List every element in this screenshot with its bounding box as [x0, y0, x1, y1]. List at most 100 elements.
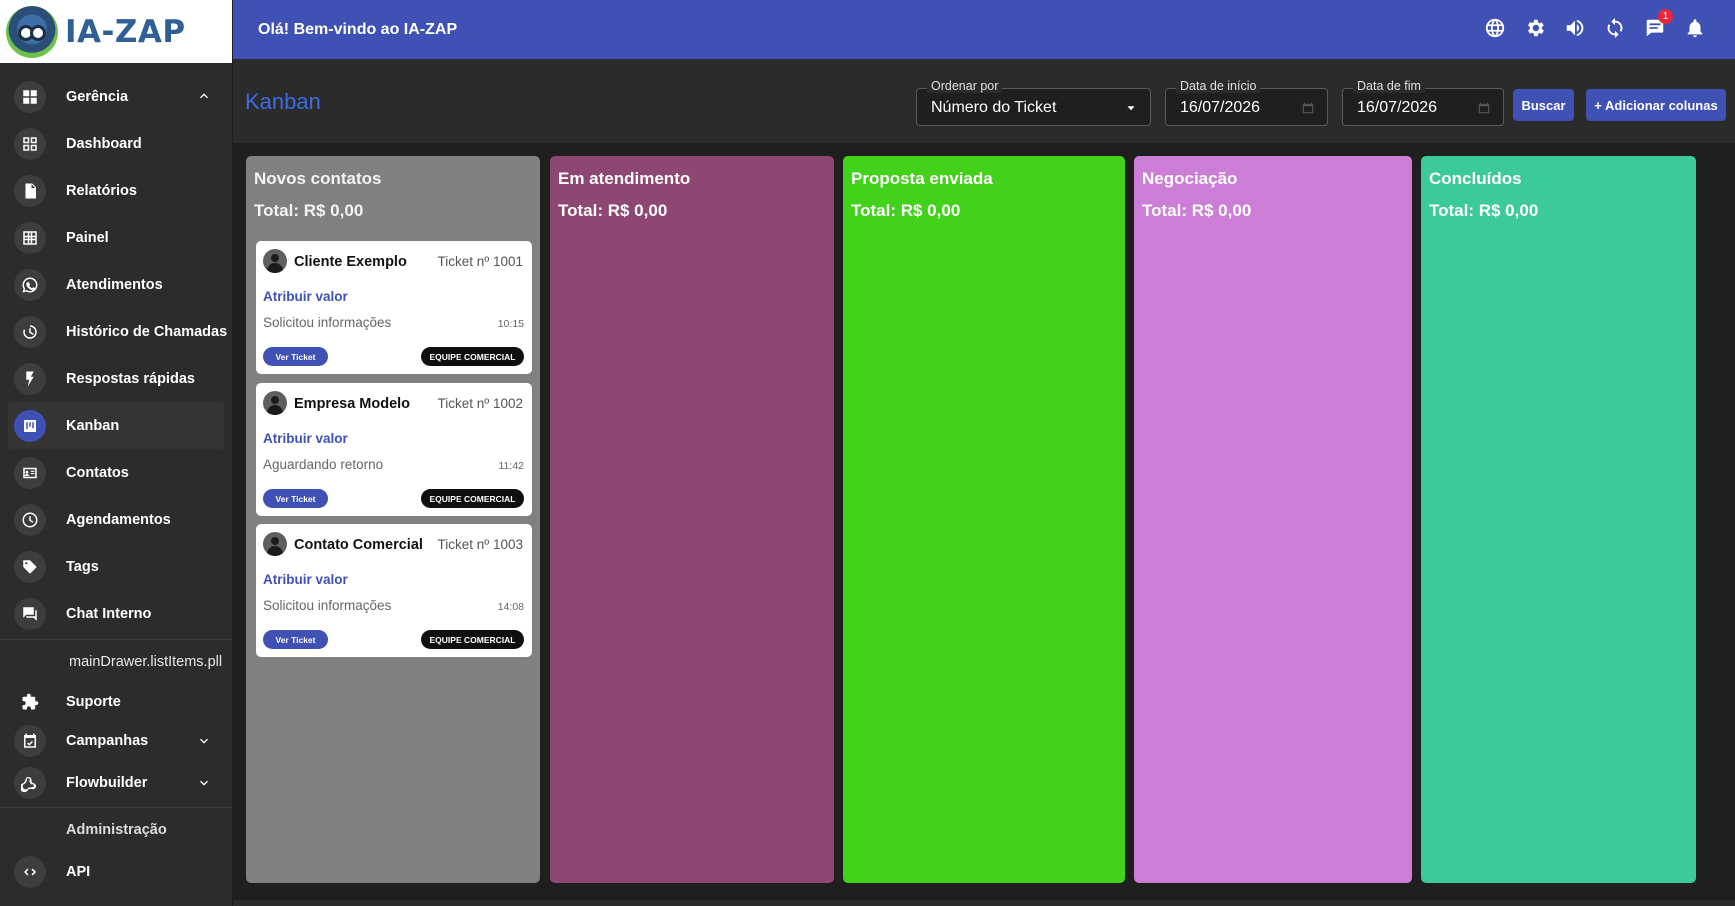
message-time: 11:42 — [498, 460, 525, 472]
sidebar-nav-secondary: Suporte Campanhas Flowbuilder — [0, 682, 232, 805]
sidebar-item-historico-chamadas[interactable]: Histórico de Chamadas — [0, 308, 232, 355]
robot-logo-icon — [6, 5, 58, 58]
assign-value-link[interactable]: Atribuir valor — [263, 431, 348, 446]
sidebar-item-contatos[interactable]: Contatos — [0, 449, 232, 496]
calendar-icon[interactable] — [1477, 101, 1491, 115]
dropdown-arrow-icon — [1124, 101, 1138, 115]
sidebar-item-chat-interno[interactable]: Chat Interno — [0, 590, 232, 637]
brand-name: IA-ZAP — [65, 13, 186, 50]
kanban-toolbar: Kanban Ordenar por Número do Ticket Data… — [233, 59, 1735, 143]
ticket-number: Ticket nº 1001 — [437, 254, 523, 269]
sidebar-item-suporte[interactable]: Suporte — [0, 682, 232, 721]
settings-gear-icon[interactable] — [1523, 16, 1547, 40]
order-by-value: Número do Ticket — [931, 99, 1057, 116]
message-time: 14:08 — [497, 601, 524, 613]
kanban-board: Novos contatos Total: R$ 0,00 Cliente Ex… — [233, 143, 1735, 900]
message-time: 10:15 — [497, 318, 524, 330]
assign-value-link[interactable]: Atribuir valor — [263, 572, 348, 587]
welcome-message: Olá! Bem-vindo ao IA-ZAP — [258, 20, 458, 38]
code-icon — [14, 856, 46, 888]
globe-icon[interactable] — [1483, 16, 1507, 40]
whatsapp-icon — [14, 268, 46, 301]
add-columns-button[interactable]: + Adicionar colunas — [1586, 89, 1726, 121]
chevron-down-icon[interactable] — [196, 775, 212, 791]
refresh-icon[interactable] — [1603, 16, 1627, 40]
sidebar-item-relatorios[interactable]: Relatórios — [0, 167, 232, 214]
sidebar-item-api[interactable]: API — [0, 850, 232, 894]
sidebar-item-label: Tags — [66, 558, 99, 575]
chevron-up-icon[interactable] — [196, 88, 212, 104]
sidebar-item-painel[interactable]: Painel — [0, 214, 232, 261]
contacts-icon — [14, 456, 46, 489]
chevron-down-icon[interactable] — [196, 733, 212, 749]
ticket-number: Ticket nº 1002 — [437, 396, 523, 411]
sidebar-item-label: API — [66, 864, 91, 880]
view-ticket-button[interactable]: Ver Ticket — [263, 347, 328, 366]
sidebar-item-campanhas[interactable]: Campanhas — [0, 721, 232, 761]
last-message: Aguardando retorno — [263, 457, 384, 472]
logo-area[interactable]: IA-ZAP — [0, 0, 232, 63]
sidebar-item-respostas-rapidas[interactable]: Respostas rápidas — [0, 355, 232, 402]
sidebar-item-tags[interactable]: Tags — [0, 543, 232, 590]
sidebar-item-kanban[interactable]: Kanban — [8, 402, 224, 449]
bell-icon[interactable] — [1683, 16, 1707, 40]
lane-proposta-enviada: Proposta enviada Total: R$ 0,00 — [843, 156, 1125, 883]
team-badge: EQUIPE COMERCIAL — [421, 630, 524, 649]
lane-em-atendimento: Em atendimento Total: R$ 0,00 — [550, 156, 834, 883]
sidebar-item-label: Atendimentos — [66, 276, 163, 293]
lane-concluidos: Concluídos Total: R$ 0,00 — [1421, 156, 1696, 883]
kanban-icon — [14, 409, 46, 442]
sidebar-item-label: Contatos — [66, 464, 129, 481]
last-message: Solicitou informações — [263, 598, 392, 613]
lane-title: Novos contatos — [254, 169, 382, 188]
sidebar-item-dashboard[interactable]: Dashboard — [0, 120, 232, 167]
sidebar-item-label: Respostas rápidas — [66, 370, 195, 387]
volume-icon[interactable] — [1563, 16, 1587, 40]
lane-negociacao: Negociação Total: R$ 0,00 — [1134, 156, 1412, 883]
order-by-select[interactable]: Ordenar por Número do Ticket — [916, 79, 1151, 126]
end-date-field[interactable]: Data de fim 16/07/2026 — [1342, 79, 1504, 126]
sidebar-item-label: Suporte — [66, 693, 121, 710]
notification-badge: 1 — [1658, 9, 1673, 24]
search-button[interactable]: Buscar — [1513, 89, 1574, 121]
app-header: Olá! Bem-vindo ao IA-ZAP 1 — [233, 0, 1735, 59]
start-date-field[interactable]: Data de início 16/07/2026 — [1165, 79, 1328, 126]
sidebar-item-label: Campanhas — [66, 733, 149, 749]
document-icon — [14, 174, 46, 207]
sidebar-item-label: Agendamentos — [66, 511, 171, 528]
page-title: Kanban — [245, 89, 321, 114]
avatar-icon — [263, 532, 287, 556]
sidebar-nav-admin: API — [0, 850, 232, 894]
header-actions: 1 — [1483, 9, 1707, 40]
ticket-card[interactable]: Contato Comercial Ticket nº 1003 Atribui… — [256, 524, 532, 657]
sidebar-item-atendimentos[interactable]: Atendimentos — [0, 261, 232, 308]
sidebar-item-agendamentos[interactable]: Agendamentos — [0, 496, 232, 543]
sidebar-item-label: Gerência — [66, 88, 129, 105]
sidebar-item-gerencia[interactable]: Gerência — [0, 73, 232, 120]
last-message: Solicitou informações — [263, 315, 392, 330]
lane-total: Total: R$ 0,00 — [558, 201, 668, 220]
calendar-icon[interactable] — [1301, 101, 1315, 115]
sidebar-item-label: Relatórios — [66, 182, 137, 199]
view-ticket-button[interactable]: Ver Ticket — [263, 630, 328, 649]
contact-name: Cliente Exemplo — [294, 254, 407, 270]
ticket-card[interactable]: Cliente Exemplo Ticket nº 1001 Atribuir … — [256, 241, 532, 374]
sidebar-nav: Gerência Dashboard Relatórios Painel Ate… — [0, 63, 232, 637]
assign-value-link[interactable]: Atribuir valor — [263, 289, 348, 304]
end-date-value: 16/07/2026 — [1357, 99, 1438, 116]
tag-icon — [14, 550, 46, 583]
sidebar-divider — [0, 639, 232, 640]
contact-name: Contato Comercial — [294, 537, 423, 553]
calendar-check-icon — [14, 725, 46, 757]
start-date-value: 16/07/2026 — [1180, 99, 1261, 116]
chat-notifications-icon[interactable]: 1 — [1643, 9, 1673, 40]
chat-icon — [14, 597, 46, 630]
lane-total: Total: R$ 0,00 — [1429, 201, 1539, 220]
clock-icon — [14, 503, 46, 536]
view-ticket-button[interactable]: Ver Ticket — [263, 489, 328, 508]
lane-total: Total: R$ 0,00 — [254, 201, 364, 220]
lane-novos-contatos: Novos contatos Total: R$ 0,00 Cliente Ex… — [246, 156, 540, 883]
ticket-card[interactable]: Empresa Modelo Ticket nº 1002 Atribuir v… — [256, 383, 532, 516]
sidebar: IA-ZAP Gerência Dashboard Relatórios Pai… — [0, 0, 233, 906]
sidebar-item-flowbuilder[interactable]: Flowbuilder — [0, 761, 232, 805]
